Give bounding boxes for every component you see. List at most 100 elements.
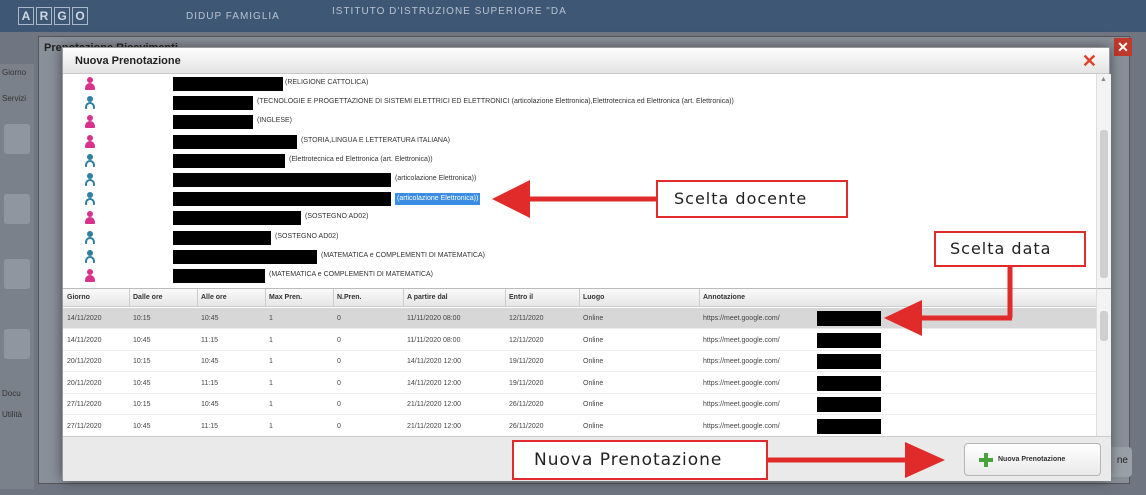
column-header[interactable]: Entro il bbox=[509, 294, 533, 301]
sidebar-item[interactable] bbox=[4, 329, 30, 359]
table-cell-da: 14/11/2020 12:00 bbox=[407, 379, 461, 387]
column-header[interactable]: N.Pren. bbox=[337, 294, 362, 301]
app-brand: DIDUP FAMIGLIA bbox=[186, 11, 280, 22]
table-cell-luogo: Online bbox=[583, 315, 604, 322]
column-separator[interactable] bbox=[579, 289, 580, 307]
table-cell-dalle: 10:45 bbox=[133, 422, 151, 430]
plus-icon bbox=[979, 453, 993, 467]
column-header[interactable]: A partire dal bbox=[407, 294, 448, 301]
column-separator[interactable] bbox=[197, 289, 198, 307]
column-header[interactable]: Luogo bbox=[583, 294, 604, 301]
redacted-meeting-code bbox=[817, 375, 881, 391]
teacher-row[interactable]: (STORIA,LINGUA E LETTERATURA ITALIANA) bbox=[63, 134, 1096, 150]
teacher-row[interactable]: (INGLESE) bbox=[63, 114, 1096, 130]
table-cell-alle: 10:45 bbox=[201, 358, 219, 365]
table-cell-n: 0 bbox=[337, 401, 341, 408]
column-header[interactable]: Annotazione bbox=[703, 294, 745, 301]
table-cell-luogo: Online bbox=[583, 379, 604, 387]
table-cell-max: 1 bbox=[269, 422, 273, 430]
slot-table-scrollbar[interactable] bbox=[1096, 288, 1111, 436]
table-row[interactable]: 14/11/2020 10:15 10:45 1 0 11/11/2020 08:00 12… bbox=[63, 308, 1096, 329]
teacher-row[interactable]: (TECNOLOGIE E PROGETTAZIONE DI SISTEMI E… bbox=[63, 95, 1096, 111]
teacher-subject: (MATEMATICA e COMPLEMENTI DI MATEMATICA) bbox=[321, 251, 485, 259]
table-cell-annotazione: https://meet.google.com/ bbox=[703, 358, 780, 365]
table-cell-dalle: 10:45 bbox=[133, 379, 151, 387]
table-cell-max: 1 bbox=[269, 401, 273, 408]
male-user-icon bbox=[83, 192, 97, 206]
female-user-icon bbox=[83, 115, 97, 129]
scrollbar-thumb[interactable] bbox=[1100, 311, 1108, 341]
table-cell-annotazione: https://meet.google.com/ bbox=[703, 401, 780, 408]
column-separator[interactable] bbox=[699, 289, 700, 307]
teacher-row[interactable]: (SOSTEGNO AD02) bbox=[63, 210, 1096, 226]
table-cell-alle: 10:45 bbox=[201, 315, 219, 322]
teacher-row[interactable]: (articolazione Elettronica)) bbox=[63, 172, 1096, 188]
table-cell-luogo: Online bbox=[583, 401, 604, 408]
table-cell-da: 11/11/2020 08:00 bbox=[407, 336, 461, 344]
table-cell-entro: 19/11/2020 bbox=[509, 358, 544, 365]
booking-window-close-button[interactable]: ✕ bbox=[1114, 38, 1132, 56]
table-cell-da: 21/11/2020 12:00 bbox=[407, 401, 461, 408]
teacher-subject: (SOSTEGNO AD02) bbox=[275, 232, 339, 240]
table-cell-da: 21/11/2020 12:00 bbox=[407, 422, 461, 430]
column-separator[interactable] bbox=[403, 289, 404, 307]
teacher-row[interactable]: (Elettrotecnica ed Elettronica (art. Ele… bbox=[63, 153, 1096, 169]
sidebar-item[interactable] bbox=[4, 124, 30, 154]
sidebar-label: Giorno bbox=[2, 68, 27, 77]
table-cell-da: 14/11/2020 12:00 bbox=[407, 358, 461, 365]
column-separator[interactable] bbox=[505, 289, 506, 307]
new-booking-button[interactable]: Nuova Prenotazione bbox=[964, 443, 1101, 476]
dialog-titlebar: Nuova Prenotazione ✕ bbox=[63, 48, 1109, 74]
table-row[interactable]: 14/11/2020 10:45 11:15 1 0 11/11/2020 08:00 12… bbox=[63, 330, 1096, 351]
close-icon[interactable]: ✕ bbox=[1082, 51, 1097, 72]
teacher-row[interactable]: (RELIGIONE CATTOLICA) bbox=[63, 76, 1096, 92]
teacher-row[interactable]: (MATEMATICA e COMPLEMENTI DI MATEMATICA) bbox=[63, 268, 1096, 284]
dialog-title: Nuova Prenotazione bbox=[75, 55, 181, 67]
table-cell-giorno: 20/11/2020 bbox=[67, 358, 102, 365]
table-cell-n: 0 bbox=[337, 315, 341, 322]
male-user-icon bbox=[83, 153, 97, 168]
teacher-subject: (TECNOLOGIE E PROGETTAZIONE DI SISTEMI E… bbox=[257, 98, 734, 106]
column-separator[interactable] bbox=[265, 289, 266, 307]
table-cell-giorno: 27/11/2020 bbox=[67, 401, 102, 408]
column-header[interactable]: Giorno bbox=[67, 294, 90, 301]
table-header: Giorno Dalle ore Alle ore Max Pren. N.Pren. A… bbox=[63, 289, 1096, 307]
table-cell-max: 1 bbox=[269, 379, 273, 387]
teacher-list-scrollbar[interactable]: ▲ bbox=[1096, 74, 1111, 288]
table-cell-max: 1 bbox=[269, 358, 273, 365]
sidebar-item[interactable] bbox=[4, 259, 30, 289]
table-row[interactable]: 20/11/2020 10:15 10:45 1 0 14/11/2020 12:00 19… bbox=[63, 351, 1096, 372]
teacher-subject: (INGLESE) bbox=[257, 117, 293, 125]
redacted-meeting-code bbox=[817, 332, 881, 348]
column-header[interactable]: Alle ore bbox=[201, 294, 227, 301]
female-user-icon bbox=[83, 269, 97, 283]
scrollbar-thumb[interactable] bbox=[1100, 130, 1108, 278]
table-cell-entro: 12/11/2020 bbox=[509, 315, 544, 322]
table-cell-annotazione: https://meet.google.com/ bbox=[703, 315, 780, 322]
scroll-up-icon[interactable]: ▲ bbox=[1100, 76, 1107, 83]
table-row[interactable]: 27/11/2020 10:45 11:15 1 0 21/11/2020 12:00 26… bbox=[63, 416, 1096, 436]
table-row[interactable]: 20/11/2020 10:45 11:15 1 0 14/11/2020 12:00 19… bbox=[63, 373, 1096, 394]
logo-letter: G bbox=[54, 7, 70, 25]
callout-date-choice: Scelta data bbox=[934, 231, 1086, 267]
column-separator[interactable] bbox=[129, 289, 130, 307]
column-separator[interactable] bbox=[333, 289, 334, 307]
redacted-teacher-name bbox=[173, 230, 271, 245]
redacted-teacher-name bbox=[173, 153, 285, 168]
table-cell-n: 0 bbox=[337, 379, 341, 387]
redacted-teacher-name bbox=[173, 115, 253, 130]
table-cell-annotazione: https://meet.google.com/ bbox=[703, 379, 780, 387]
callout-teacher-choice: Scelta docente bbox=[656, 180, 848, 218]
teacher-row[interactable]: (articolazione Elettronica)) bbox=[63, 191, 1096, 207]
school-name: ISTITUTO D'ISTRUZIONE SUPERIORE "DA bbox=[332, 6, 567, 17]
redacted-teacher-name bbox=[173, 96, 253, 111]
sidebar-item[interactable] bbox=[4, 194, 30, 224]
column-header[interactable]: Max Pren. bbox=[269, 294, 302, 301]
table-cell-entro: 12/11/2020 bbox=[509, 336, 544, 344]
column-header[interactable]: Dalle ore bbox=[133, 294, 163, 301]
app-sidebar: Giorno Servizi Docu Utilità bbox=[0, 64, 34, 489]
app-logo: A R G O bbox=[18, 7, 88, 25]
table-row[interactable]: 27/11/2020 10:15 10:45 1 0 21/11/2020 12:00 26… bbox=[63, 394, 1096, 415]
table-cell-max: 1 bbox=[269, 336, 273, 344]
slot-table: Giorno Dalle ore Alle ore Max Pren. N.Pren. A… bbox=[63, 288, 1096, 436]
